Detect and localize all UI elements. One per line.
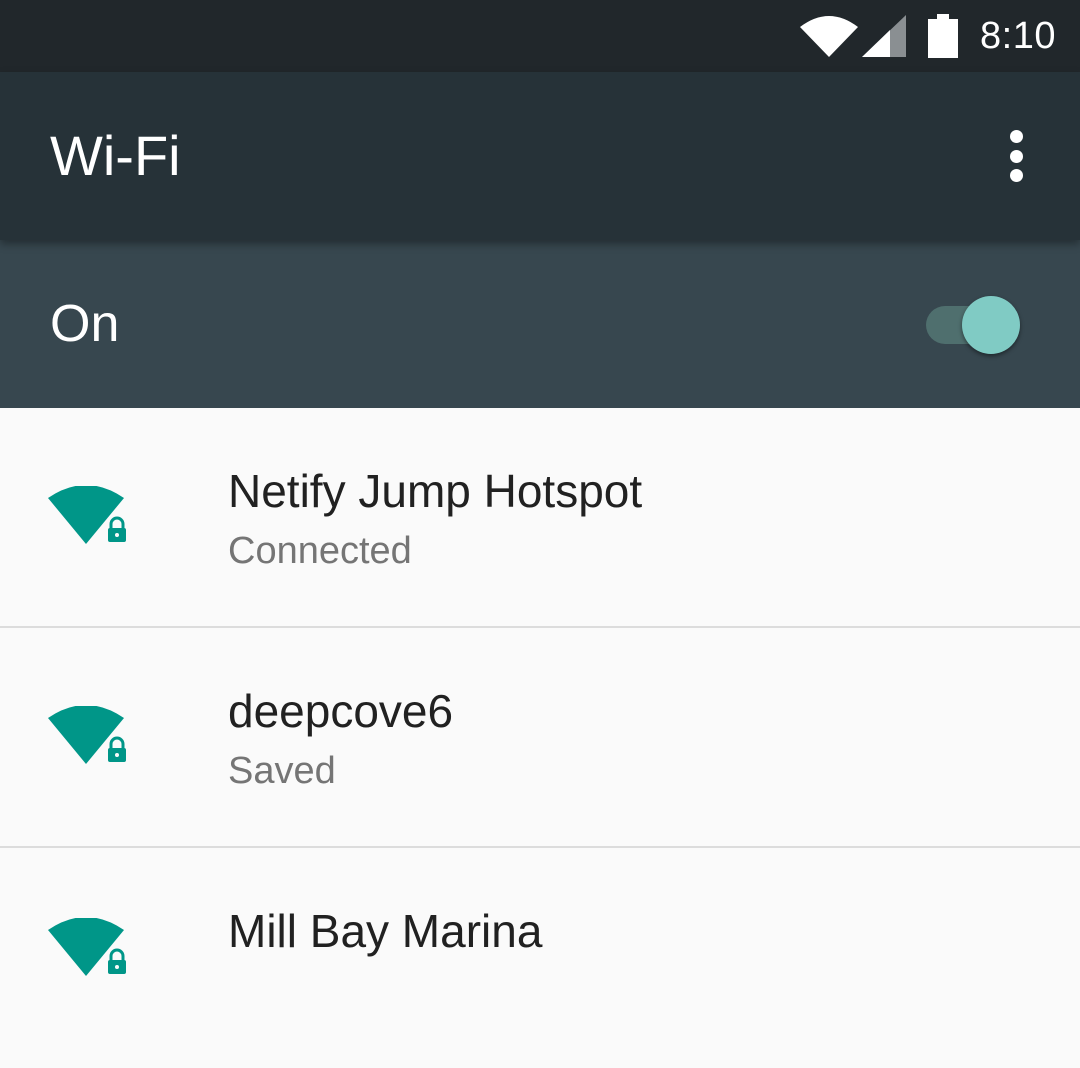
overflow-dot: [1009, 169, 1023, 182]
network-item[interactable]: Netify Jump Hotspot Connected: [0, 408, 1080, 628]
app-bar: Wi-Fi: [0, 72, 1080, 240]
status-icons: 8:10: [800, 0, 1056, 72]
wifi-toggle-switch[interactable]: [926, 296, 1026, 362]
network-name: deepcove6: [228, 685, 454, 737]
wifi-master-switch-bar[interactable]: On: [0, 240, 1080, 408]
network-name: Netify Jump Hotspot: [228, 465, 643, 517]
wifi-lock-icon: [48, 485, 132, 550]
wifi-lock-icon: [48, 917, 132, 982]
toggle-thumb: [962, 296, 1020, 354]
network-status: Saved: [228, 750, 336, 792]
network-item[interactable]: deepcove6 Saved: [0, 628, 1080, 848]
page-title: Wi-Fi: [50, 124, 181, 187]
network-item[interactable]: Mill Bay Marina: [0, 848, 1080, 1068]
overflow-dot: [1009, 130, 1023, 143]
wifi-lock-icon: [48, 705, 132, 770]
wifi-state-label: On: [50, 295, 120, 353]
more-vert-icon[interactable]: [992, 124, 1040, 188]
network-list: Netify Jump Hotspot Connected deepcove6 …: [0, 408, 1080, 1068]
network-status: Connected: [228, 530, 412, 572]
battery-icon: [928, 14, 959, 58]
status-bar: 8:10: [0, 0, 1080, 72]
wifi-signal-icon: [800, 15, 859, 57]
network-name: Mill Bay Marina: [228, 905, 543, 957]
overflow-dot: [1009, 149, 1023, 163]
cellular-signal-icon: [862, 15, 907, 57]
status-time: 8:10: [980, 14, 1056, 57]
